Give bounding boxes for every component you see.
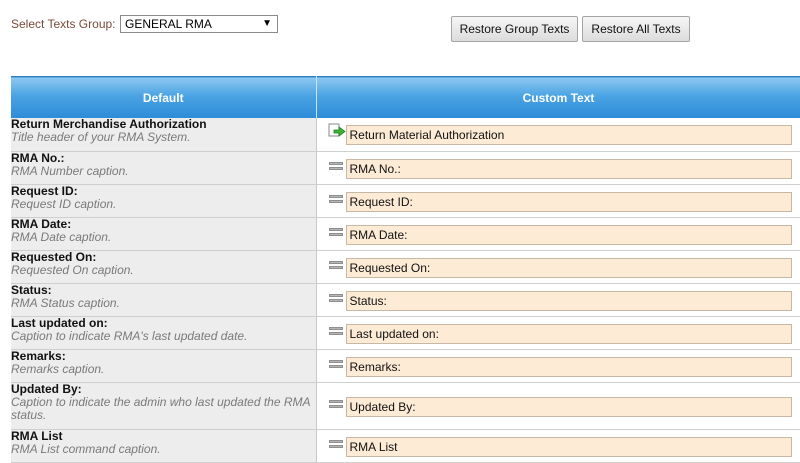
custom-text-input[interactable]	[345, 356, 792, 377]
default-cell: Return Merchandise Authorization Title h…	[11, 118, 317, 152]
texts-group-label: Select Texts Group:	[11, 17, 116, 31]
custom-cell	[316, 316, 800, 350]
custom-text-input[interactable]	[345, 436, 792, 457]
custom-cell	[316, 151, 800, 185]
text-description: RMA Date caption.	[11, 229, 112, 244]
texts-group-value: GENERAL RMA	[125, 17, 212, 31]
table-row: Request ID: Request ID caption.	[11, 183, 800, 218]
text-title: RMA Date:	[11, 216, 72, 231]
table-row: Status: RMA Status caption.	[11, 282, 800, 317]
custom-cell	[316, 118, 800, 152]
default-cell: Request ID: Request ID caption.	[11, 183, 317, 218]
text-description: Remarks caption.	[11, 361, 105, 376]
custom-text-input[interactable]	[345, 224, 792, 245]
default-cell: Requested On: Requested On caption.	[11, 249, 317, 284]
custom-cell	[316, 250, 800, 284]
default-cell: Updated By: Caption to indicate the admi…	[11, 381, 317, 430]
custom-text-input[interactable]	[345, 158, 792, 179]
custom-text-input[interactable]	[345, 290, 792, 311]
table-row: Updated By: Caption to indicate the admi…	[11, 381, 800, 430]
table-row: Return Merchandise Authorization Title h…	[11, 118, 800, 152]
custom-cell	[316, 184, 800, 218]
custom-cell	[316, 349, 800, 383]
text-title: Requested On:	[11, 249, 97, 264]
toolbar: Select Texts Group: GENERAL RMA ▼ Restor…	[0, 0, 800, 60]
text-description: RMA List command caption.	[11, 441, 161, 456]
column-header-default: Default	[11, 76, 317, 118]
equals-icon[interactable]	[328, 359, 343, 371]
custom-text-input[interactable]	[345, 257, 792, 278]
table-row: RMA Date: RMA Date caption.	[11, 216, 800, 251]
custom-text-input[interactable]	[345, 191, 792, 212]
chevron-down-icon: ▼	[262, 18, 272, 29]
equals-icon[interactable]	[328, 194, 343, 206]
text-title: Request ID:	[11, 183, 78, 198]
equals-icon[interactable]	[328, 326, 343, 338]
table-row: RMA List RMA List command caption.	[11, 428, 800, 463]
equals-icon[interactable]	[328, 161, 343, 173]
text-description: Caption to indicate the admin who last u…	[11, 394, 311, 422]
texts-table: Default Custom Text Return Merchandise A…	[11, 76, 800, 463]
default-cell: Remarks: Remarks caption.	[11, 348, 317, 383]
restore-group-texts-button[interactable]: Restore Group Texts	[451, 16, 578, 42]
text-description: RMA Status caption.	[11, 295, 120, 310]
equals-icon[interactable]	[328, 227, 343, 239]
text-title: RMA No.:	[11, 150, 65, 165]
table-header-row: Default Custom Text	[11, 76, 800, 118]
restore-all-texts-button[interactable]: Restore All Texts	[582, 16, 690, 42]
text-description: Request ID caption.	[11, 196, 117, 211]
text-description: RMA Number caption.	[11, 163, 129, 178]
custom-cell	[316, 283, 800, 317]
text-title: RMA List	[11, 428, 63, 443]
table-row: RMA No.: RMA Number caption.	[11, 150, 800, 185]
table-row: Requested On: Requested On caption.	[11, 249, 800, 284]
default-cell: Status: RMA Status caption.	[11, 282, 317, 317]
default-cell: RMA Date: RMA Date caption.	[11, 216, 317, 251]
text-title: Last updated on:	[11, 315, 108, 330]
custom-text-input[interactable]	[345, 125, 792, 145]
text-title: Updated By:	[11, 381, 82, 396]
default-cell: RMA No.: RMA Number caption.	[11, 150, 317, 185]
text-description: Title header of your RMA System.	[11, 130, 191, 144]
custom-text-input[interactable]	[345, 323, 792, 344]
text-title: Status:	[11, 282, 52, 297]
custom-cell	[316, 382, 800, 430]
table-row: Last updated on: Caption to indicate RMA…	[11, 315, 800, 350]
default-cell: RMA List RMA List command caption.	[11, 428, 317, 463]
green-arrow-icon[interactable]	[328, 123, 346, 139]
default-cell: Last updated on: Caption to indicate RMA…	[11, 315, 317, 350]
text-title: Remarks:	[11, 348, 66, 363]
equals-icon[interactable]	[328, 439, 343, 451]
equals-icon[interactable]	[328, 399, 343, 411]
texts-group-select[interactable]: GENERAL RMA ▼	[120, 15, 278, 33]
column-header-custom: Custom Text	[316, 76, 800, 118]
text-description: Requested On caption.	[11, 262, 134, 277]
table-row: Remarks: Remarks caption.	[11, 348, 800, 383]
equals-icon[interactable]	[328, 293, 343, 305]
custom-cell	[316, 429, 800, 463]
equals-icon[interactable]	[328, 260, 343, 272]
custom-cell	[316, 217, 800, 251]
custom-text-input[interactable]	[345, 396, 792, 417]
text-description: Caption to indicate RMA's last updated d…	[11, 328, 248, 343]
